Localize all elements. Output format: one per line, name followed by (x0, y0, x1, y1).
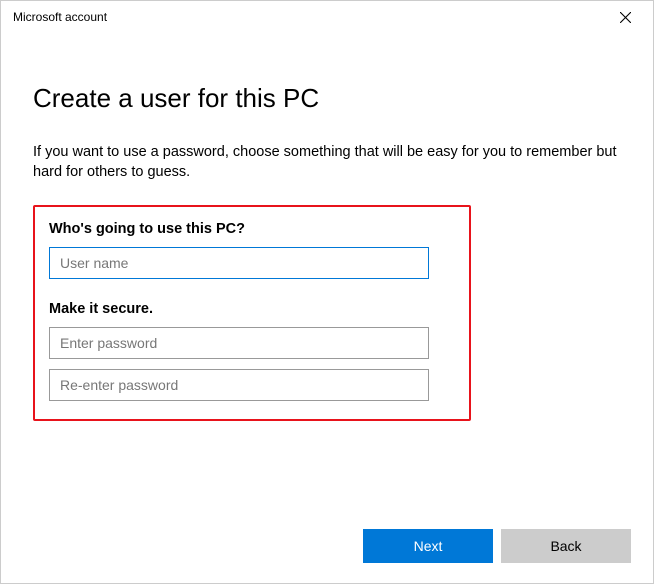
window-title: Microsoft account (13, 10, 107, 24)
secure-section-label: Make it secure. (49, 301, 455, 317)
next-button[interactable]: Next (363, 529, 493, 563)
footer-buttons: Next Back (363, 529, 631, 563)
username-input[interactable] (49, 247, 429, 279)
titlebar: Microsoft account (1, 1, 653, 33)
highlight-box: Who's going to use this PC? Make it secu… (33, 205, 471, 421)
close-icon (620, 12, 631, 23)
close-button[interactable] (605, 3, 645, 31)
dialog-window: Microsoft account Create a user for this… (0, 0, 654, 584)
back-button[interactable]: Back (501, 529, 631, 563)
user-section-label: Who's going to use this PC? (49, 221, 455, 237)
password-input[interactable] (49, 327, 429, 359)
page-description: If you want to use a password, choose so… (33, 142, 621, 183)
password-confirm-input[interactable] (49, 369, 429, 401)
page-title: Create a user for this PC (33, 83, 621, 114)
content-area: Create a user for this PC If you want to… (1, 33, 653, 583)
